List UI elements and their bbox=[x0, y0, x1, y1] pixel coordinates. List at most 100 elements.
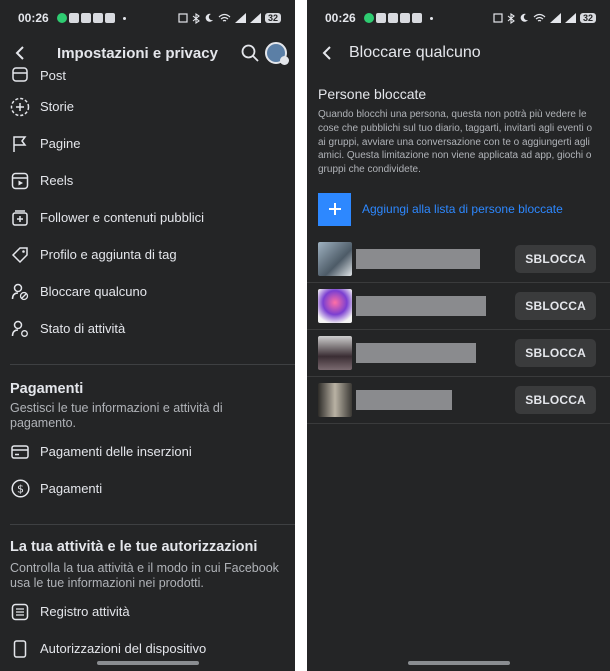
unblock-button[interactable]: SBLOCCA bbox=[515, 245, 596, 273]
activity-log-icon bbox=[10, 602, 30, 622]
menu-item-label: Post bbox=[40, 67, 67, 83]
public-content-icon bbox=[10, 208, 30, 228]
notification-icons bbox=[56, 13, 126, 23]
back-button[interactable] bbox=[307, 36, 347, 70]
add-to-blocked-list-label: Aggiungi alla lista di persone bloccate bbox=[362, 202, 563, 217]
page-title: Bloccare qualcuno bbox=[349, 44, 481, 61]
activity-section-title: La tua attività e le tue autorizzazioni bbox=[10, 539, 258, 555]
bluetooth-icon bbox=[507, 12, 515, 24]
activity-status-icon bbox=[10, 319, 30, 339]
bluetooth-icon bbox=[192, 12, 200, 24]
app-icon bbox=[80, 13, 91, 23]
app-icon bbox=[92, 13, 103, 23]
messenger-icon bbox=[68, 13, 79, 23]
menu-item-label: Stato di attività bbox=[40, 321, 126, 336]
blocked-user-row: SBLOCCA bbox=[307, 236, 610, 283]
blocking-description: Quando blocchi una persona, questa non p… bbox=[318, 109, 593, 176]
device-icon bbox=[10, 639, 30, 659]
nfc-icon bbox=[493, 13, 503, 23]
menu-item-label: Pagamenti delle inserzioni bbox=[40, 444, 192, 459]
wifi-icon bbox=[218, 13, 231, 22]
messenger-icon bbox=[375, 13, 386, 23]
menu-item-activity-log[interactable]: Registro attività bbox=[0, 593, 295, 630]
menu-item-stories[interactable]: Storie bbox=[0, 88, 295, 125]
menu-item-ad-payments[interactable]: Pagamenti delle inserzioni bbox=[0, 433, 295, 470]
payments-section-title: Pagamenti bbox=[10, 381, 84, 397]
menu-item-payments[interactable]: $ Pagamenti bbox=[0, 470, 295, 507]
settings-menu: Post Storie Pagine Reels Follower e cont… bbox=[0, 62, 295, 667]
signal-icon bbox=[549, 13, 561, 23]
plus-icon bbox=[318, 192, 351, 226]
reels-icon bbox=[10, 171, 30, 191]
avatar bbox=[318, 242, 352, 276]
menu-item-label: Reels bbox=[40, 173, 74, 188]
redacted-name bbox=[356, 390, 452, 410]
menu-item-label: Registro attività bbox=[40, 604, 130, 619]
battery-icon: 32 bbox=[579, 13, 596, 23]
page-title: Impostazioni e privacy bbox=[57, 44, 218, 62]
system-icons: 32 bbox=[493, 12, 596, 24]
avatar bbox=[318, 383, 352, 417]
app-icon bbox=[387, 13, 398, 23]
unblock-button[interactable]: SBLOCCA bbox=[515, 386, 596, 414]
menu-item-label: Follower e contenuti pubblici bbox=[40, 210, 205, 225]
redacted-name bbox=[356, 296, 486, 316]
menu-item-blocking[interactable]: Bloccare qualcuno bbox=[0, 273, 295, 310]
app-icon bbox=[104, 13, 115, 23]
search-icon bbox=[241, 44, 259, 62]
credit-card-icon bbox=[10, 442, 30, 462]
blocked-user-row: SBLOCCA bbox=[307, 283, 610, 330]
unblock-button[interactable]: SBLOCCA bbox=[515, 292, 596, 320]
back-arrow-icon bbox=[322, 46, 331, 60]
back-arrow-icon bbox=[15, 46, 24, 60]
settings-screen: 00:26 32 Impostazioni e privacy Post Sto… bbox=[0, 0, 295, 671]
more-dot-icon bbox=[429, 16, 433, 20]
battery-icon: 32 bbox=[264, 13, 281, 23]
blocking-screen: 00:26 32 Bloccare qualcuno Persone blocc… bbox=[307, 0, 610, 671]
calendar-icon bbox=[10, 65, 30, 85]
status-bar: 00:26 32 bbox=[0, 0, 295, 36]
status-time: 00:26 bbox=[18, 11, 49, 25]
tag-icon bbox=[10, 245, 30, 265]
moon-icon bbox=[520, 13, 528, 22]
whatsapp-icon bbox=[363, 13, 374, 23]
menu-item-post[interactable]: Post bbox=[0, 62, 295, 88]
blocked-user-row: SBLOCCA bbox=[307, 330, 610, 377]
menu-item-label: Profilo e aggiunta di tag bbox=[40, 247, 177, 262]
blocked-user-row: SBLOCCA bbox=[307, 377, 610, 424]
menu-item-pages[interactable]: Pagine bbox=[0, 125, 295, 162]
app-icon bbox=[411, 13, 422, 23]
menu-item-label: Pagamenti bbox=[40, 481, 103, 496]
blocked-people-section: Persone bloccate Quando blocchi una pers… bbox=[318, 86, 598, 226]
story-plus-icon bbox=[10, 97, 30, 117]
menu-item-label: Bloccare qualcuno bbox=[40, 284, 147, 299]
menu-item-followers[interactable]: Follower e contenuti pubblici bbox=[0, 199, 295, 236]
signal-icon bbox=[234, 13, 246, 23]
nfc-icon bbox=[178, 13, 188, 23]
system-icons: 32 bbox=[178, 12, 281, 24]
profile-avatar[interactable] bbox=[265, 42, 289, 65]
menu-item-tagging[interactable]: Profilo e aggiunta di tag bbox=[0, 236, 295, 273]
status-time: 00:26 bbox=[325, 11, 356, 25]
menu-item-reels[interactable]: Reels bbox=[0, 162, 295, 199]
menu-item-activity-status[interactable]: Stato di attività bbox=[0, 310, 295, 347]
svg-text:$: $ bbox=[17, 483, 24, 496]
whatsapp-icon bbox=[56, 13, 67, 23]
top-bar: Bloccare qualcuno bbox=[307, 36, 610, 70]
activity-section-subtitle: Controlla la tua attività e il modo in c… bbox=[10, 561, 279, 590]
block-user-icon bbox=[10, 282, 30, 302]
app-icon bbox=[399, 13, 410, 23]
moon-icon bbox=[205, 13, 213, 22]
add-to-blocked-list-button[interactable]: Aggiungi alla lista di persone bloccate bbox=[318, 192, 598, 226]
signal-icon bbox=[249, 13, 261, 23]
signal-icon bbox=[564, 13, 576, 23]
home-indicator bbox=[96, 661, 199, 665]
avatar bbox=[318, 336, 352, 370]
unblock-button[interactable]: SBLOCCA bbox=[515, 339, 596, 367]
screenshot-pair: 00:26 32 Impostazioni e privacy Post Sto… bbox=[0, 0, 610, 671]
redacted-name bbox=[356, 249, 480, 269]
menu-item-label: Storie bbox=[40, 99, 74, 114]
redacted-name bbox=[356, 343, 476, 363]
notification-icons bbox=[363, 13, 433, 23]
menu-item-label: Autorizzazioni del dispositivo bbox=[40, 641, 207, 656]
